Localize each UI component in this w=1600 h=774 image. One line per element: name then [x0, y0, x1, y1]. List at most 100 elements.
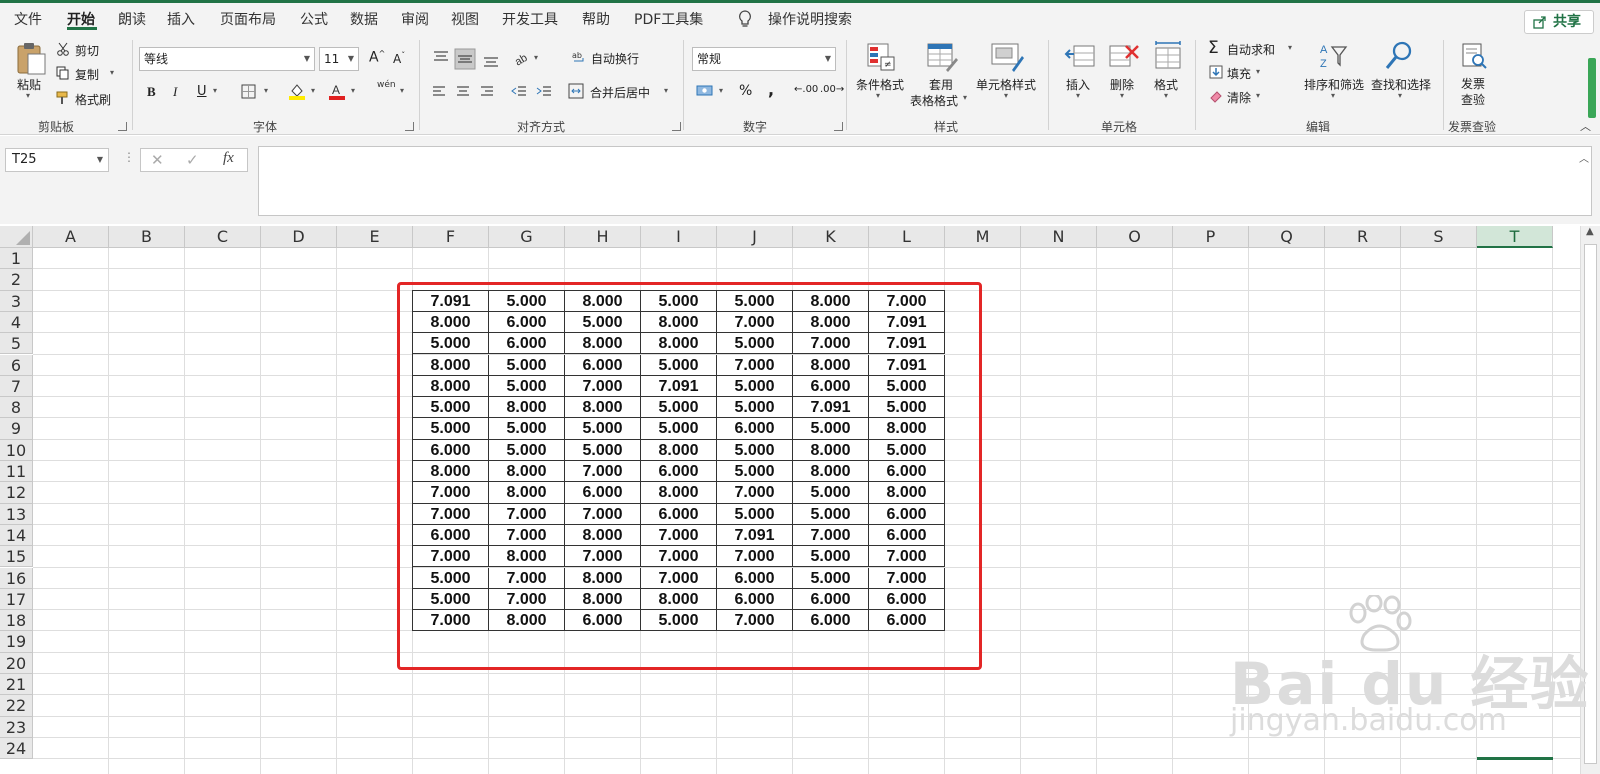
- tab-insert[interactable]: 插入: [167, 9, 195, 29]
- increase-decimal-button[interactable]: ←.00: [794, 84, 818, 95]
- format-table-dropdown[interactable]: ▾: [963, 93, 967, 102]
- tab-pdf-tools[interactable]: PDF工具集: [634, 9, 703, 29]
- row-header[interactable]: 11: [0, 461, 33, 483]
- eraser-icon[interactable]: [1209, 89, 1223, 103]
- horizontal-align-icons[interactable]: [432, 84, 496, 100]
- collapse-ribbon-icon[interactable]: ︿: [1580, 118, 1591, 134]
- font-launcher[interactable]: [405, 122, 414, 131]
- column-header[interactable]: D: [261, 226, 337, 248]
- tab-read-aloud[interactable]: 朗读: [118, 9, 146, 29]
- column-header[interactable]: O: [1097, 226, 1173, 248]
- font-name-select[interactable]: 等线 ▼: [139, 47, 315, 71]
- tab-view[interactable]: 视图: [451, 9, 479, 29]
- percent-button[interactable]: %: [739, 83, 752, 99]
- clear-label[interactable]: 清除: [1227, 89, 1251, 106]
- tab-data[interactable]: 数据: [350, 9, 378, 29]
- row-header[interactable]: 22: [0, 695, 33, 717]
- sort-filter-icon[interactable]: AZ: [1318, 41, 1348, 71]
- conditional-dropdown[interactable]: ▾: [876, 91, 880, 100]
- formula-bar-grip[interactable]: ⋮: [123, 150, 135, 164]
- row-header[interactable]: 2: [0, 269, 33, 291]
- enter-icon[interactable]: ✓: [186, 151, 199, 169]
- column-header[interactable]: A: [33, 226, 109, 248]
- row-header[interactable]: 5: [0, 333, 33, 355]
- merge-center-icon[interactable]: [568, 83, 584, 99]
- column-header[interactable]: T: [1477, 226, 1553, 248]
- column-header[interactable]: L: [869, 226, 945, 248]
- format-cells-icon[interactable]: [1152, 40, 1184, 72]
- row-header[interactable]: 14: [0, 524, 33, 547]
- invoice-check-label-2[interactable]: 查验: [1461, 91, 1485, 108]
- name-box[interactable]: T25 ▼: [5, 148, 109, 172]
- format-as-table-label-1[interactable]: 套用: [929, 76, 953, 93]
- merge-center-label[interactable]: 合并后居中: [590, 84, 650, 101]
- accounting-dropdown[interactable]: ▾: [719, 86, 723, 95]
- wrap-text-label[interactable]: 自动换行: [591, 50, 639, 67]
- row-header[interactable]: 24: [0, 737, 33, 760]
- cancel-icon[interactable]: ✕: [151, 151, 164, 169]
- row-header[interactable]: 3: [0, 290, 33, 312]
- accounting-format-icon[interactable]: [696, 83, 714, 99]
- clipboard-launcher[interactable]: [118, 122, 127, 131]
- column-header[interactable]: M: [945, 226, 1021, 248]
- column-header[interactable]: E: [337, 226, 413, 248]
- expand-formula-bar-icon[interactable]: ︿: [1579, 150, 1589, 165]
- row-header[interactable]: 12: [0, 482, 33, 504]
- alignment-launcher[interactable]: [672, 122, 681, 131]
- borders-dropdown[interactable]: ▾: [264, 86, 268, 95]
- row-header[interactable]: 20: [0, 652, 33, 674]
- row-header[interactable]: 6: [0, 354, 33, 376]
- column-header[interactable]: H: [565, 226, 641, 248]
- number-launcher[interactable]: [834, 122, 843, 131]
- vertical-align-icons[interactable]: [432, 48, 504, 70]
- row-header[interactable]: 9: [0, 418, 33, 440]
- autosum-dropdown[interactable]: ▾: [1288, 43, 1292, 52]
- row-header[interactable]: 17: [0, 588, 33, 611]
- column-header[interactable]: N: [1021, 226, 1097, 248]
- share-button[interactable]: 共享: [1524, 10, 1594, 34]
- row-header[interactable]: 21: [0, 674, 33, 696]
- copy-label[interactable]: 复制: [75, 66, 99, 83]
- font-color-dropdown[interactable]: ▾: [351, 86, 355, 95]
- tab-developer[interactable]: 开发工具: [502, 9, 558, 29]
- autosum-icon[interactable]: Σ: [1208, 38, 1219, 58]
- column-header[interactable]: R: [1325, 226, 1401, 248]
- delete-cells-icon[interactable]: [1108, 42, 1140, 72]
- copy-icon[interactable]: [56, 66, 70, 80]
- column-header[interactable]: G: [489, 226, 565, 248]
- column-header[interactable]: P: [1173, 226, 1249, 248]
- phonetic-dropdown[interactable]: ▾: [400, 86, 404, 95]
- invoice-check-icon[interactable]: [1460, 42, 1488, 70]
- wrap-text-icon[interactable]: ab: [572, 50, 586, 64]
- tab-page-layout[interactable]: 页面布局: [220, 9, 276, 29]
- font-size-select[interactable]: 11 ▼: [319, 47, 359, 71]
- column-header[interactable]: S: [1401, 226, 1477, 248]
- phonetic-guide-icon[interactable]: wén: [377, 80, 396, 90]
- cut-label[interactable]: 剪切: [75, 42, 99, 59]
- grow-font-button[interactable]: A^: [369, 49, 385, 66]
- number-format-select[interactable]: 常规 ▼: [692, 47, 836, 71]
- sort-filter-dropdown[interactable]: ▾: [1331, 91, 1335, 100]
- row-header[interactable]: 18: [0, 610, 33, 632]
- fill-color-dropdown[interactable]: ▾: [311, 86, 315, 95]
- row-header[interactable]: 19: [0, 631, 33, 653]
- tab-home[interactable]: 开始: [67, 9, 95, 29]
- tab-review[interactable]: 审阅: [401, 9, 429, 29]
- orientation-icon[interactable]: ab: [513, 50, 531, 66]
- tab-help[interactable]: 帮助: [582, 9, 610, 29]
- fill-color-icon[interactable]: [288, 82, 306, 100]
- row-header[interactable]: 13: [0, 503, 33, 525]
- row-header[interactable]: 4: [0, 311, 33, 334]
- borders-icon[interactable]: [241, 84, 256, 99]
- orientation-dropdown[interactable]: ▾: [534, 53, 538, 62]
- row-header[interactable]: 16: [0, 567, 33, 589]
- find-select-dropdown[interactable]: ▾: [1398, 91, 1402, 100]
- row-header[interactable]: 23: [0, 716, 33, 738]
- row-header[interactable]: 7: [0, 375, 33, 398]
- row-header[interactable]: 8: [0, 397, 33, 419]
- column-header[interactable]: J: [717, 226, 793, 248]
- paste-dropdown[interactable]: ▾: [26, 91, 30, 100]
- column-header[interactable]: B: [109, 226, 185, 248]
- italic-button[interactable]: I: [173, 84, 177, 100]
- format-painter-icon[interactable]: [56, 91, 70, 105]
